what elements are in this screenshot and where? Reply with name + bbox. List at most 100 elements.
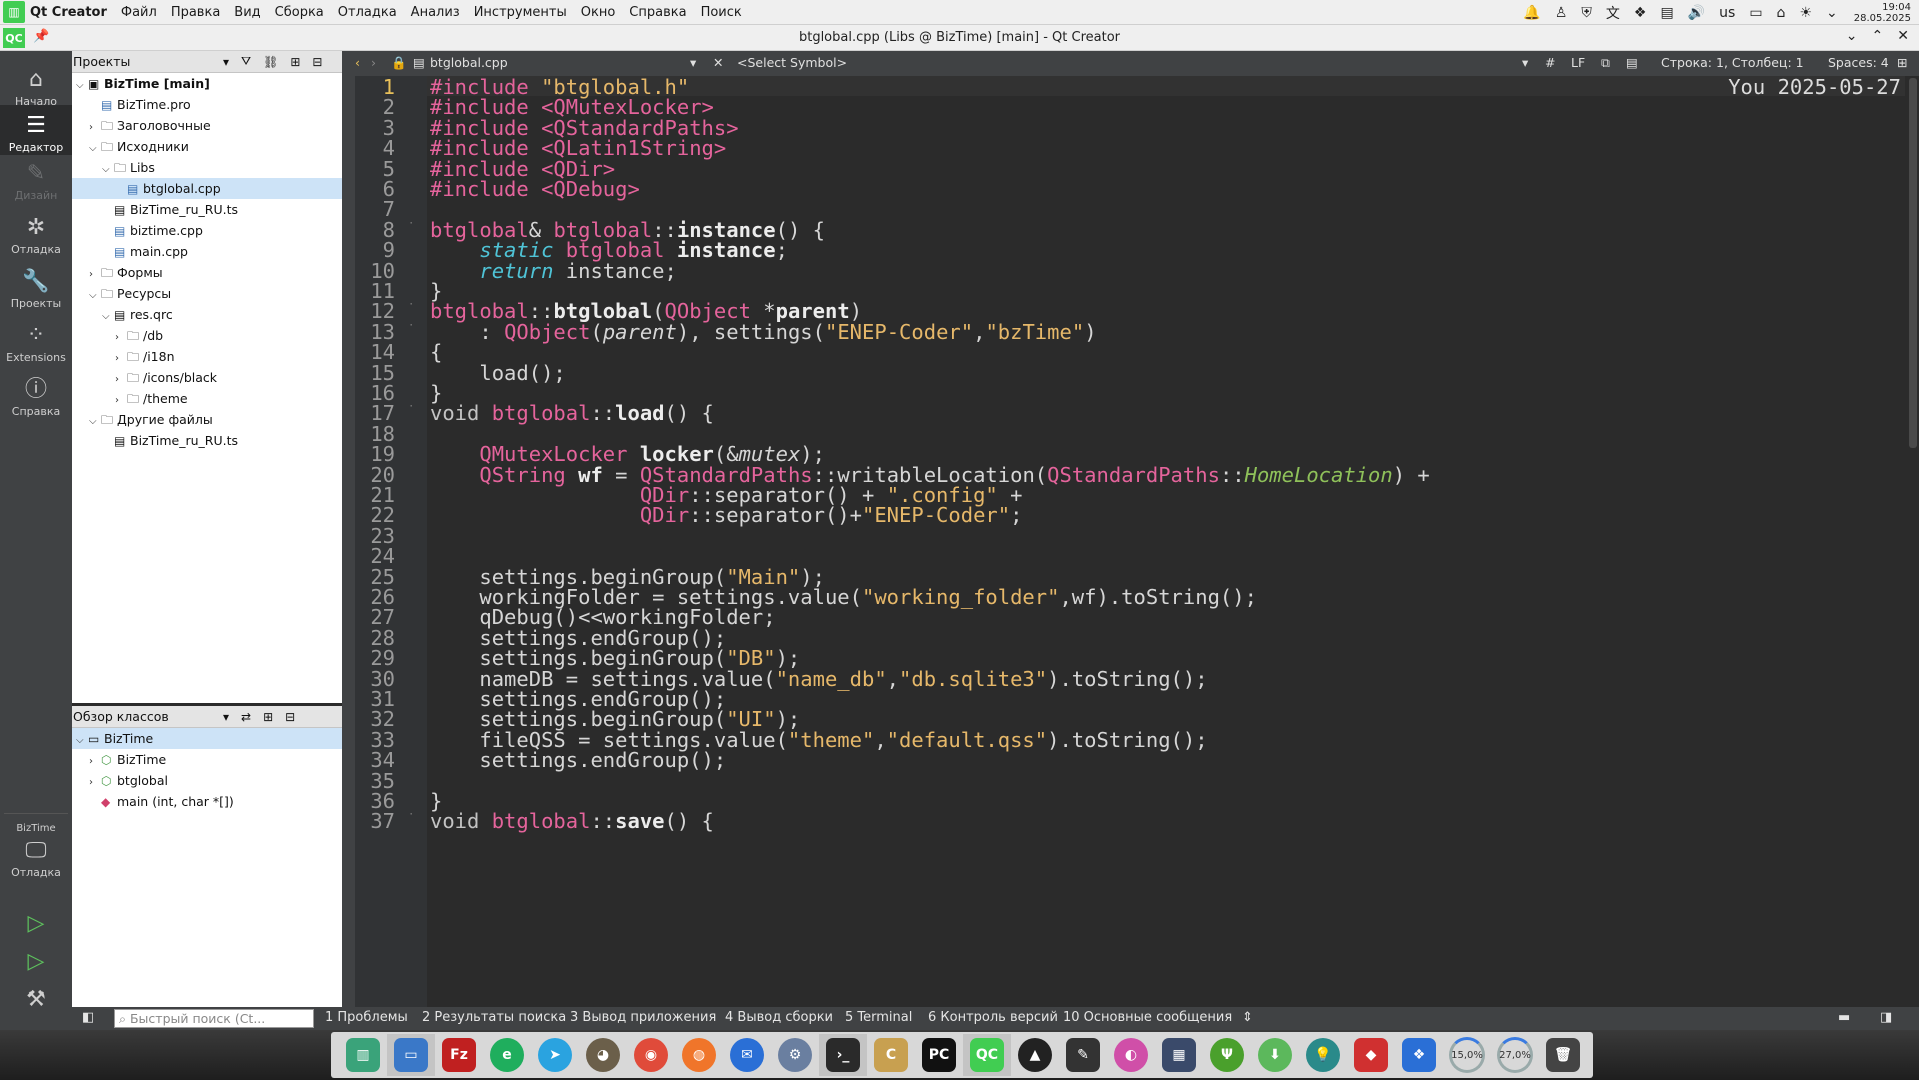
mode-debug[interactable]: ✲ Отладка [0, 215, 72, 256]
network-icon[interactable]: ⌂ [1777, 5, 1786, 21]
tree-item[interactable]: ⌵ ▤ res.qrc [72, 304, 342, 325]
forward-icon[interactable]: › [371, 55, 376, 70]
menu-build[interactable]: Сборка [275, 5, 324, 20]
symbol-selector[interactable]: <Select Symbol> [737, 55, 847, 70]
tab-general-messages[interactable]: 10 Основные сообщения [1063, 1010, 1232, 1025]
class-panel-title[interactable]: Обзор классов [73, 709, 211, 724]
chevron-right-icon[interactable]: › [89, 264, 101, 285]
tree-item[interactable]: ⌵ 🗀 Ресурсы [72, 283, 342, 304]
clock[interactable]: 19:04 28.05.2025 [1854, 2, 1911, 24]
notes-icon[interactable]: ✎ [1059, 1034, 1107, 1076]
file-dropdown-icon[interactable]: ▾ [690, 55, 696, 70]
tree-item[interactable]: ⌵ ▣ BizTime [main] [72, 73, 342, 94]
notifications-icon[interactable]: 🔔 [1523, 5, 1540, 21]
tree-item[interactable]: › 🗀/i18n [72, 346, 342, 367]
fold-marker-icon[interactable]: ˙ [407, 221, 415, 237]
fold-marker-icon[interactable]: ˙ [407, 302, 415, 318]
chevron-down-icon[interactable]: ⌵ [102, 306, 114, 327]
chevron-down-icon[interactable]: ⌵ [76, 730, 88, 751]
tree-item[interactable]: ▤ BizTime.pro [72, 94, 342, 115]
brightness-icon[interactable]: ☀ [1799, 5, 1812, 21]
chrome-icon[interactable]: ◉ [627, 1034, 675, 1076]
code-line[interactable]: return instance; [430, 259, 676, 283]
minimize-icon[interactable]: ⌄ [1846, 28, 1858, 44]
display-icon[interactable]: ▭ [1749, 5, 1762, 21]
tab-compile-output[interactable]: 4 Вывод сборки [725, 1010, 833, 1025]
toggle-right-sidebar-icon[interactable]: ◨ [1880, 1010, 1892, 1025]
tab-search-results[interactable]: 2 Результаты поиска [422, 1010, 566, 1025]
debug-run-icon[interactable]: ▷ [0, 949, 72, 974]
run-icon[interactable]: ▷ [0, 911, 72, 936]
tree-item[interactable]: › 🗀/db [72, 325, 342, 346]
tree-item[interactable]: ▤ biztime.cpp [72, 220, 342, 241]
close-panel-icon[interactable]: ⊟ [312, 55, 322, 69]
code-line[interactable]: : QObject(parent), settings("ENEP-Coder"… [430, 320, 1096, 344]
clipboard-icon[interactable]: ▤ [1660, 5, 1673, 21]
maximize-icon[interactable]: ⌃ [1872, 28, 1884, 44]
chevron-down-icon[interactable]: ⌵ [102, 159, 114, 180]
open-file-name[interactable]: btglobal.cpp [430, 55, 508, 70]
memory-monitor[interactable]: 27,0% [1491, 1034, 1539, 1076]
chevron-right-icon[interactable]: › [89, 772, 101, 793]
line-ending[interactable]: LF [1571, 55, 1585, 70]
translate-icon[interactable]: 文 [1606, 3, 1620, 23]
gimp-icon[interactable]: ◕ [579, 1034, 627, 1076]
user-icon[interactable]: ♙ [1555, 5, 1568, 21]
tab-terminal[interactable]: 5 Terminal [845, 1010, 912, 1025]
toggle-sidebar-icon[interactable]: ◧ [82, 1010, 94, 1025]
keyboard-layout[interactable]: us [1719, 5, 1735, 21]
mode-projects[interactable]: 🔧 Проекты [0, 269, 72, 310]
mode-extensions[interactable]: ⁘ Extensions [0, 323, 72, 364]
split-icon[interactable]: ⊞ [290, 55, 300, 69]
cpu-monitor[interactable]: 15,0% [1443, 1034, 1491, 1076]
split-editor-icon[interactable]: ⧉ [1601, 55, 1610, 71]
split-icon[interactable]: ⊞ [263, 710, 273, 724]
filter-icon[interactable]: ⛛ [241, 54, 251, 69]
mode-welcome[interactable]: ⌂ Начало [0, 67, 72, 108]
tree-item[interactable]: › 🗀 Формы [72, 262, 342, 283]
thunderbird-icon[interactable]: ✉ [723, 1034, 771, 1076]
tree-item[interactable]: ▤ BizTime_ru_RU.ts [72, 199, 342, 220]
filezilla-icon[interactable]: Fz [435, 1034, 483, 1076]
mode-help[interactable]: ⓘ Справка [0, 377, 72, 418]
menu-tools[interactable]: Инструменты [474, 5, 567, 20]
clion-icon[interactable]: C [867, 1034, 915, 1076]
color-picker-icon[interactable]: ◐ [1107, 1034, 1155, 1076]
code-line[interactable]: #include <QDebug> [430, 177, 640, 201]
database-tool-icon[interactable]: ▦ [1155, 1034, 1203, 1076]
fold-marker-icon[interactable]: ˙ [407, 812, 415, 828]
projects-panel-title[interactable]: Проекты [73, 54, 211, 69]
fold-marker-icon[interactable]: ˙ [407, 323, 415, 339]
maximize-output-icon[interactable]: ▬ [1838, 1010, 1850, 1025]
fold-marker-icon[interactable]: ˙ [407, 404, 415, 420]
menu-file[interactable]: Файл [121, 5, 157, 20]
line-number[interactable]: 37 [355, 809, 395, 833]
build-hammer-icon[interactable]: ⚒ [0, 987, 72, 1012]
cursor-position[interactable]: Строка: 1, Столбец: 1 [1661, 55, 1804, 70]
dropdown-arrow-icon[interactable]: ▾ [223, 710, 229, 724]
settings-gear-icon[interactable]: ⚙ [771, 1034, 819, 1076]
download-icon[interactable]: ⬇ [1251, 1034, 1299, 1076]
hash-indicator[interactable]: # [1545, 55, 1555, 70]
shield-icon[interactable]: ⛨ [1581, 5, 1592, 21]
tab-issues[interactable]: 1 Проблемы [325, 1010, 408, 1025]
menu-window[interactable]: Окно [581, 5, 616, 20]
tree-item[interactable]: › ⬡ btglobal [72, 770, 342, 791]
tree-item[interactable]: ⌵ 🗀 Исходники [72, 136, 342, 157]
chevron-right-icon[interactable]: › [115, 348, 127, 369]
anydesk-icon[interactable]: ◆ [1347, 1034, 1395, 1076]
tree-item[interactable]: ◆ main (int, char *[]) [72, 791, 342, 812]
document-icon[interactable]: ▤ [1626, 55, 1638, 70]
code-line[interactable]: void btglobal::load() { [430, 401, 714, 425]
inkscape-icon[interactable]: ▲ [1011, 1034, 1059, 1076]
telegram-icon[interactable]: ➤ [531, 1034, 579, 1076]
tree-item[interactable]: ⌵ ▭ BizTime [72, 728, 342, 749]
chevron-right-icon[interactable]: › [115, 369, 127, 390]
dropbox-icon[interactable]: ❖ [1634, 5, 1647, 21]
firefox-icon[interactable]: ◍ [675, 1034, 723, 1076]
terminal-icon[interactable]: ›_ [819, 1034, 867, 1076]
add-split-icon[interactable]: ⊞ [1897, 55, 1907, 70]
menu-edit[interactable]: Правка [171, 5, 220, 20]
scrollbar-thumb[interactable] [1909, 78, 1917, 448]
more-tabs-icon[interactable]: ⇕ [1242, 1010, 1253, 1025]
